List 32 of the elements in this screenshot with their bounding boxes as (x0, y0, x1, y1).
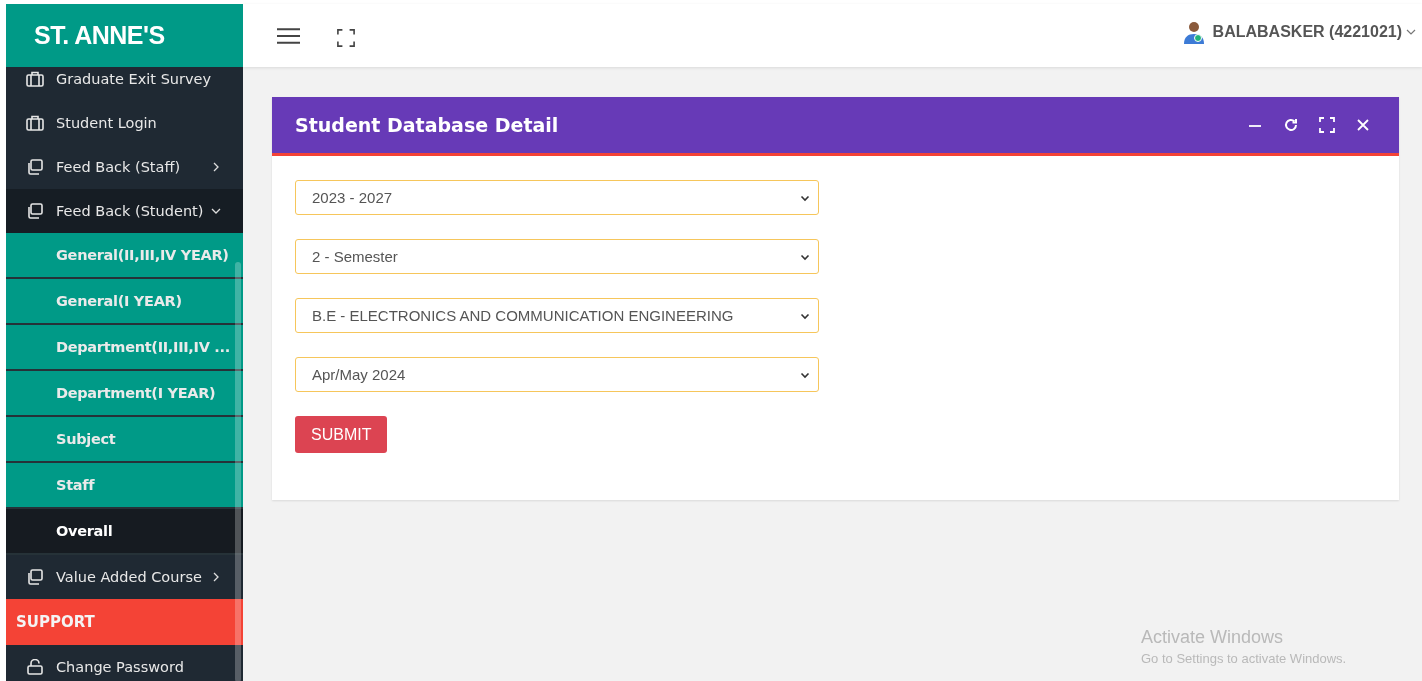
activation-notice-title: Activate Windows (1141, 627, 1285, 648)
lock-icon (26, 659, 44, 675)
copy-icon (26, 159, 44, 175)
section-header: SUPPORT (6, 599, 243, 645)
copy-icon (26, 203, 44, 219)
menu-icon[interactable] (277, 26, 300, 45)
avatar-icon (1182, 19, 1205, 44)
close-icon[interactable] (1355, 117, 1371, 133)
chevron-right-icon (211, 162, 221, 172)
submit-button[interactable]: SUBMIT (295, 416, 388, 453)
user-menu[interactable]: BALABASKER (4221021) (1182, 19, 1416, 44)
sidebar-item[interactable]: Feed Back (Student) (6, 189, 243, 233)
chevron-right-icon (211, 572, 221, 582)
activation-notice-text: Go to Settings to activate Windows. (1141, 651, 1347, 666)
fullscreen-icon[interactable] (337, 28, 355, 47)
sidebar-item[interactable]: Student Login (6, 101, 243, 145)
copy-icon (26, 569, 44, 585)
sidebar-item[interactable]: Change Password (6, 645, 243, 681)
select-field[interactable]: Apr/May 2024 (295, 357, 819, 392)
sidebar-item[interactable]: Feed Back (Staff) (6, 145, 243, 189)
select-field[interactable]: B.E - ELECTRONICS AND COMMUNICATION ENGINEERING (295, 298, 819, 333)
chevron-down-icon (211, 206, 221, 216)
briefcase-icon (26, 71, 44, 87)
select-field[interactable]: 2 - Semester (295, 239, 819, 274)
select-field[interactable]: 2023 - 2027 (295, 180, 819, 215)
brand-logo: ST. ANNE'S (6, 4, 243, 67)
panel-title: Student Database Detail (295, 114, 559, 136)
scrollbar-thumb[interactable] (235, 262, 241, 681)
briefcase-icon (26, 115, 44, 131)
submenu-item[interactable]: Overall (6, 509, 243, 555)
sidebar-item[interactable]: Value Added Course (6, 555, 243, 599)
refresh-icon[interactable] (1283, 117, 1299, 133)
